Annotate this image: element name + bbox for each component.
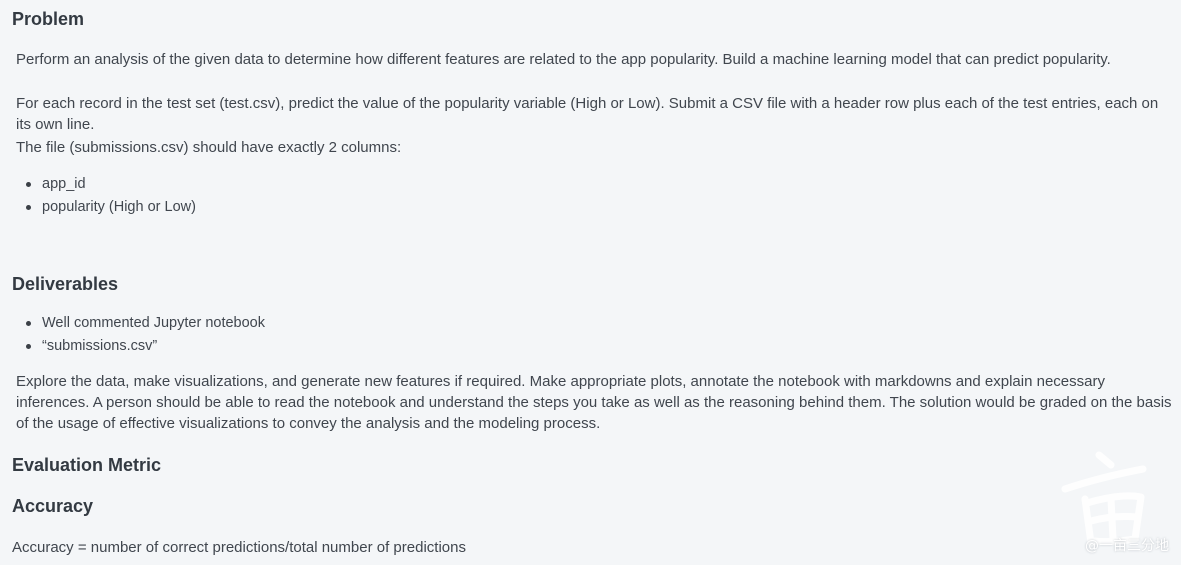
deliverables-paragraph: Explore the data, make visualizations, a… — [16, 373, 1172, 432]
list-item: app_id — [26, 173, 196, 196]
list-item: Well commented Jupyter notebook — [26, 312, 265, 335]
deliverables-heading: Deliverables — [12, 274, 119, 294]
accuracy-formula: Accuracy = number of correct predictions… — [12, 539, 466, 556]
problem-paragraph-1: Perform an analysis of the given data to… — [16, 51, 1111, 68]
problem-paragraph-3: The file (submissions.csv) should have e… — [16, 139, 402, 156]
problem-heading: Problem — [12, 9, 85, 29]
accuracy-heading: Accuracy — [12, 496, 94, 516]
problem-paragraph-2: For each record in the test set (test.cs… — [16, 95, 1159, 133]
watermark-text: @一亩三分地 — [1085, 538, 1169, 554]
list-item: “submissions.csv” — [26, 335, 265, 358]
submission-columns-list: app_id popularity (High or Low) — [0, 173, 196, 219]
deliverables-list: Well commented Jupyter notebook “submiss… — [0, 312, 265, 358]
evaluation-metric-heading: Evaluation Metric — [12, 455, 162, 475]
list-item: popularity (High or Low) — [26, 196, 196, 219]
problem-statement-page: Problem Perform an analysis of the given… — [0, 0, 1181, 565]
